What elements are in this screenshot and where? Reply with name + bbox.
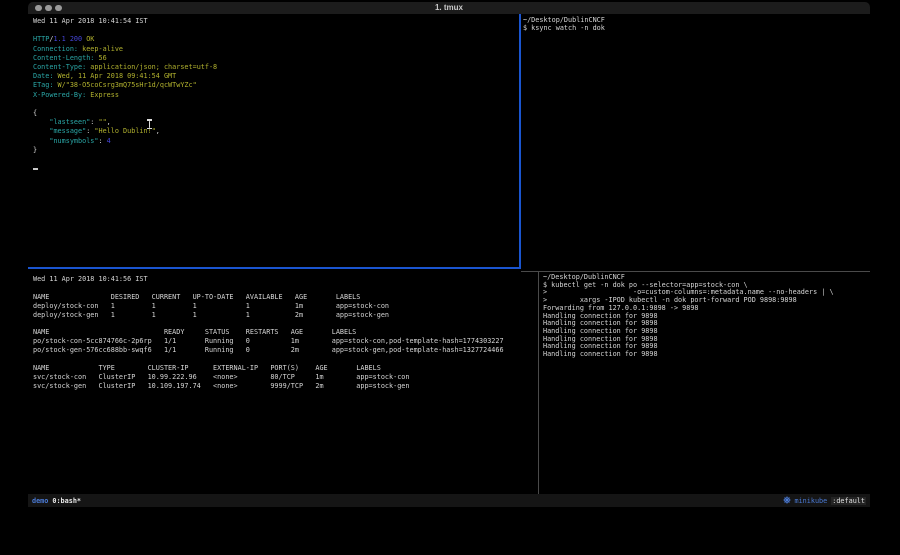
terminal-line: $ ksync watch -n dok: [523, 24, 870, 32]
terminal-line: Content-Length: 56: [33, 54, 519, 63]
terminal-text: [33, 127, 49, 135]
terminal-line: Content-Type: application/json; charset=…: [33, 63, 519, 72]
terminal-line: svc/stock-gen ClusterIP 10.109.197.74 <n…: [33, 382, 538, 391]
window-title: 1. tmux: [28, 2, 870, 14]
terminal-text: Content-Length:: [33, 54, 94, 62]
terminal-text: [33, 118, 49, 126]
terminal-text: 56: [94, 54, 106, 62]
terminal-line: Handling connection for 9898: [543, 351, 870, 359]
minimize-button-icon[interactable]: [45, 5, 52, 12]
terminal-text: 4: [107, 137, 111, 145]
window-titlebar: 1. tmux: [28, 2, 870, 14]
terminal-line: "message": "Hello Dublin!",: [33, 127, 519, 136]
tmux-terminal: Wed 11 Apr 2018 10:41:54 IST HTTP/1.1 20…: [28, 14, 870, 494]
terminal-line: Connection: keep-alive: [33, 45, 519, 54]
pane-divider-vertical-top[interactable]: [519, 14, 521, 269]
terminal-text: 1.1 200: [53, 35, 82, 43]
terminal-window: 1. tmux Wed 11 Apr 2018 10:41:54 IST HTT…: [28, 2, 870, 507]
terminal-text: Express: [86, 91, 119, 99]
terminal-line: deploy/stock-con 1 1 1 1 1m app=stock-co…: [33, 302, 538, 311]
terminal-line: [33, 284, 538, 293]
terminal-line: po/stock-gen-576cc688bb-swqf6 1/1 Runnin…: [33, 346, 538, 355]
terminal-line: po/stock-con-5cc874766c-2p6rp 1/1 Runnin…: [33, 337, 538, 346]
session-name: demo: [32, 497, 48, 505]
terminal-text: W/"38-O5coCsrg3mQ75sHr1d/qcWTwYZc": [53, 81, 196, 89]
terminal-line: ETag: W/"38-O5coCsrg3mQ75sHr1d/qcWTwYZc": [33, 81, 519, 90]
pane-kubectl-resources[interactable]: Wed 11 Apr 2018 10:41:56 IST NAME DESIRE…: [28, 272, 538, 494]
terminal-text: :: [98, 137, 106, 145]
terminal-line: deploy/stock-gen 1 1 1 1 2m app=stock-ge…: [33, 311, 538, 320]
terminal-line: [33, 355, 538, 364]
terminal-line: NAME READY STATUS RESTARTS AGE LABELS: [33, 328, 538, 337]
zoom-button-icon[interactable]: [55, 5, 62, 12]
terminal-text: Date:: [33, 72, 53, 80]
kube-context: minikube: [795, 497, 828, 505]
terminal-line: [33, 164, 519, 173]
terminal-text: "": [98, 118, 106, 126]
pane-http-response[interactable]: Wed 11 Apr 2018 10:41:54 IST HTTP/1.1 20…: [28, 14, 519, 267]
terminal-line: Wed 11 Apr 2018 10:41:54 IST: [33, 17, 519, 26]
terminal-text: X-Powered-By:: [33, 91, 86, 99]
desktop-background: { "palette": { "white": "#d6d6d6", "cyan…: [0, 0, 900, 555]
terminal-line: [33, 100, 519, 109]
terminal-text: ETag:: [33, 81, 53, 89]
terminal-text: [33, 137, 49, 145]
kube-namespace: :default: [831, 497, 866, 505]
terminal-line: ~/Desktop/DublinCNCF: [523, 16, 870, 24]
terminal-text: "numsymbols": [49, 137, 98, 145]
terminal-text: application/json; charset=utf-8: [86, 63, 217, 71]
terminal-text: Connection:: [33, 45, 78, 53]
terminal-line: [33, 155, 519, 164]
terminal-line: [33, 26, 519, 35]
terminal-line: NAME DESIRED CURRENT UP-TO-DATE AVAILABL…: [33, 293, 538, 302]
terminal-text: OK: [86, 35, 94, 43]
pane-port-forward[interactable]: ~/Desktop/DublinCNCF$ kubectl get -n dok…: [540, 272, 870, 494]
helm-wheel-icon: [783, 496, 791, 506]
terminal-line: "numsymbols": 4: [33, 137, 519, 146]
window-tab-bash[interactable]: 0:bash*: [52, 497, 81, 505]
terminal-text: ,: [156, 127, 160, 135]
pane-divider-horizontal-right[interactable]: [521, 271, 871, 272]
terminal-line: [33, 320, 538, 329]
close-button-icon[interactable]: [35, 5, 42, 12]
tmux-status-bar: demo 0:bash* minikube:default: [28, 494, 870, 507]
terminal-cursor: [33, 168, 38, 170]
terminal-line: HTTP/1.1 200 OK: [33, 35, 519, 44]
pane-ksync-watch[interactable]: ~/Desktop/DublinCNCF$ ksync watch -n dok: [521, 14, 870, 269]
text-ibeam-pointer-icon: [146, 119, 153, 130]
terminal-text: ,: [107, 118, 111, 126]
terminal-line: {: [33, 109, 519, 118]
traffic-lights: [35, 5, 62, 12]
terminal-text: {: [33, 109, 37, 117]
terminal-line: Wed 11 Apr 2018 10:41:56 IST: [33, 275, 538, 284]
terminal-line: X-Powered-By: Express: [33, 91, 519, 100]
terminal-text: }: [33, 146, 37, 154]
terminal-text: HTTP: [33, 35, 49, 43]
terminal-text: Wed, 11 Apr 2018 09:41:54 GMT: [53, 72, 176, 80]
terminal-text: "message": [49, 127, 86, 135]
terminal-line: NAME TYPE CLUSTER-IP EXTERNAL-IP PORT(S)…: [33, 364, 538, 373]
terminal-line: "lastseen": "",: [33, 118, 519, 127]
terminal-text: keep-alive: [78, 45, 123, 53]
terminal-text: Wed 11 Apr 2018 10:41:54 IST: [33, 17, 148, 25]
terminal-line: }: [33, 146, 519, 155]
terminal-text: Content-Type:: [33, 63, 86, 71]
terminal-line: Date: Wed, 11 Apr 2018 09:41:54 GMT: [33, 72, 519, 81]
pane-divider-horizontal-left[interactable]: [28, 267, 521, 269]
terminal-line: svc/stock-con ClusterIP 10.99.222.96 <no…: [33, 373, 538, 382]
terminal-text: "lastseen": [49, 118, 90, 126]
pane-divider-vertical-bottom[interactable]: [538, 272, 539, 495]
